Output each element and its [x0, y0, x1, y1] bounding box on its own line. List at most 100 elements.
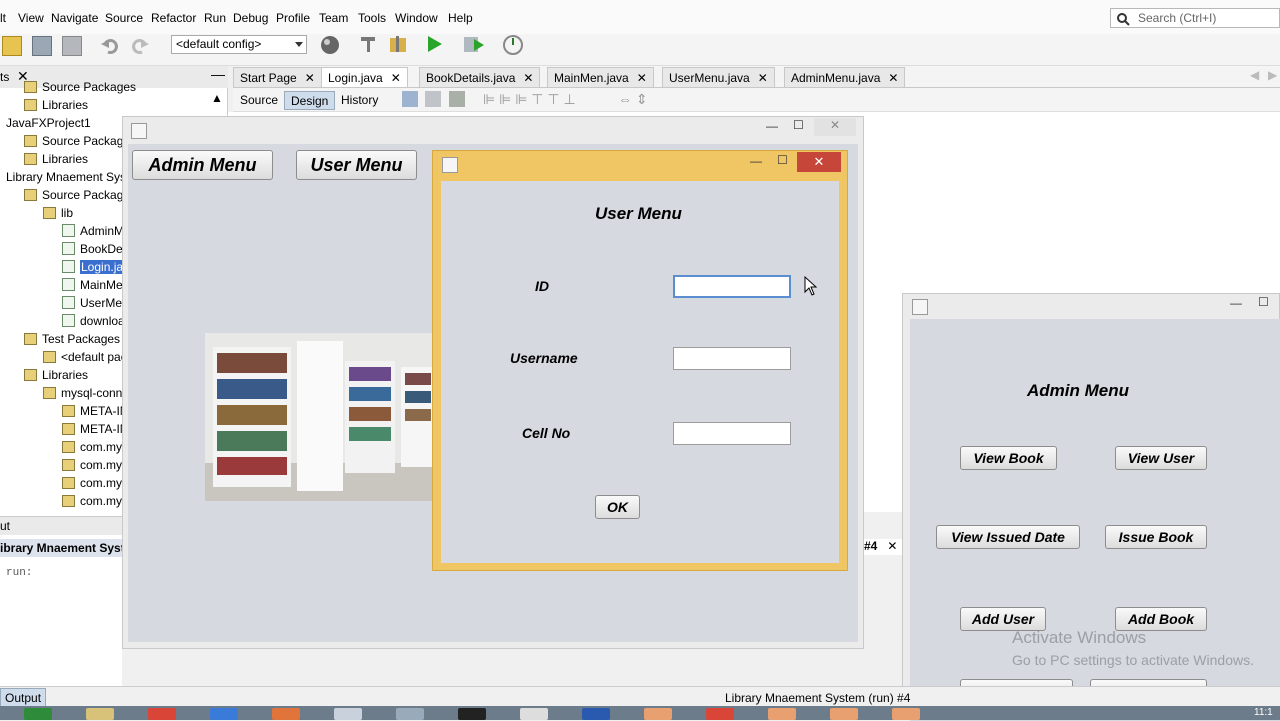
menu-source[interactable]: Source — [105, 11, 143, 25]
tab-start-page[interactable]: Start Page ✕ — [233, 67, 322, 87]
resize-tools[interactable]: ⇔ ⇕ — [618, 91, 648, 108]
close-button[interactable]: ✕ — [814, 118, 856, 136]
build-hammer-icon[interactable] — [358, 34, 378, 54]
debug-icon[interactable] — [462, 34, 484, 54]
selection-mode-icon[interactable] — [402, 91, 418, 107]
run-icon[interactable] — [424, 34, 444, 54]
undo-icon[interactable] — [100, 36, 120, 56]
menu-team[interactable]: Team — [319, 11, 348, 25]
align-left-icon[interactable]: ⊫ — [483, 91, 495, 107]
word-icon[interactable] — [582, 708, 610, 720]
align-middle-icon[interactable]: ⊤ — [547, 91, 559, 107]
menu-tools[interactable]: Tools — [358, 11, 386, 25]
java-app-taskbar-icon[interactable] — [644, 708, 672, 720]
clean-build-icon[interactable] — [388, 34, 408, 54]
close-icon[interactable]: ✕ — [637, 71, 647, 85]
align-bottom-icon[interactable]: ⊥ — [563, 91, 575, 107]
tree-item[interactable]: Source Packages — [24, 188, 136, 202]
app-icon[interactable] — [334, 708, 362, 720]
user-menu-button[interactable]: User Menu — [296, 150, 417, 180]
issue-book-button[interactable]: Issue Book — [1105, 525, 1207, 549]
terminal-icon[interactable] — [458, 708, 486, 720]
tab-usermenu-java[interactable]: UserMenu.java ✕ — [662, 67, 775, 87]
globe-icon[interactable] — [319, 34, 339, 54]
tree-item[interactable]: Test Packages — [24, 332, 120, 346]
close-icon[interactable]: ✕ — [888, 71, 898, 85]
admin-menu-button[interactable]: Admin Menu — [132, 150, 273, 180]
align-top-icon[interactable]: ⊤ — [531, 91, 543, 107]
search-input[interactable]: Search (Ctrl+I) — [1110, 8, 1280, 28]
menu-window[interactable]: Window — [395, 11, 438, 25]
java-app-taskbar-icon[interactable] — [892, 708, 920, 720]
config-select[interactable]: <default config> — [171, 35, 307, 54]
scroll-up-icon[interactable]: ▲ — [211, 91, 225, 105]
open-project-icon[interactable] — [32, 36, 52, 56]
redo-icon[interactable] — [130, 36, 150, 56]
save-all-icon[interactable] — [62, 36, 82, 56]
minimize-button[interactable]: — — [766, 119, 778, 133]
tab-bookdetails-java[interactable]: BookDetails.java ✕ — [419, 67, 541, 87]
ok-button[interactable]: OK — [595, 495, 640, 519]
menu-profile[interactable]: Profile — [276, 11, 310, 25]
align-right-icon[interactable]: ⊫ — [515, 91, 527, 107]
close-icon[interactable]: ✕ — [887, 539, 897, 553]
maximize-button[interactable]: ☐ — [793, 118, 804, 132]
projects-tab-label[interactable]: ts — [0, 70, 9, 84]
output-run-tab[interactable]: ibrary Mnaement Syst — [0, 539, 122, 557]
tree-item[interactable]: lib — [43, 206, 73, 220]
java-app-taskbar-icon[interactable] — [830, 708, 858, 720]
java-app-taskbar-icon[interactable] — [768, 708, 796, 720]
app-icon[interactable] — [520, 708, 548, 720]
menu-help[interactable]: Help — [448, 11, 473, 25]
tree-item[interactable]: JavaFXProject1 — [6, 116, 91, 130]
minimize-button[interactable]: — — [1230, 296, 1242, 310]
menu-run[interactable]: Run — [204, 11, 226, 25]
source-view-button[interactable]: Source — [234, 91, 284, 110]
tab-adminmenu-java[interactable]: AdminMenu.java ✕ — [784, 67, 906, 87]
menu-navigate[interactable]: Navigate — [51, 11, 98, 25]
tree-item[interactable]: Source Packages — [24, 134, 136, 148]
close-icon[interactable]: ✕ — [305, 71, 315, 85]
tree-item[interactable]: Libraries — [24, 152, 88, 166]
cell-no-field[interactable] — [673, 422, 791, 445]
align-center-icon[interactable]: ⊫ — [499, 91, 511, 107]
view-book-button[interactable]: View Book — [960, 446, 1057, 470]
view-user-button[interactable]: View User — [1115, 446, 1207, 470]
username-field[interactable] — [673, 347, 791, 370]
design-view-button[interactable]: Design — [284, 91, 336, 110]
file-explorer-icon[interactable] — [86, 708, 114, 720]
tab-login-java[interactable]: Login.java ✕ — [321, 67, 408, 87]
minimize-button[interactable]: — — [750, 154, 762, 168]
view-issued-date-button[interactable]: View Issued Date — [936, 525, 1080, 549]
horizontal-resize-icon[interactable]: ⇔ — [618, 91, 632, 107]
menu-debug[interactable]: Debug — [233, 11, 268, 25]
menu-refactor[interactable]: Refactor — [151, 11, 196, 25]
preview-design-icon[interactable] — [448, 91, 465, 107]
app-icon[interactable] — [272, 708, 300, 720]
connection-mode-icon[interactable] — [425, 91, 442, 107]
close-icon[interactable]: ✕ — [391, 71, 401, 85]
new-project-icon[interactable] — [2, 36, 22, 56]
app-icon[interactable] — [396, 708, 424, 720]
id-field[interactable] — [673, 275, 791, 298]
tab-scroll-left-icon[interactable]: ◀ — [1250, 68, 1259, 82]
chrome-icon[interactable] — [148, 708, 176, 720]
tab-scroll-right-icon[interactable]: ▶ — [1268, 68, 1277, 82]
app-icon[interactable] — [210, 708, 238, 720]
maximize-button[interactable]: ☐ — [1258, 295, 1269, 309]
vertical-resize-icon[interactable]: ⇕ — [636, 91, 648, 107]
maximize-button[interactable]: ☐ — [777, 153, 788, 167]
chrome-icon[interactable] — [706, 708, 734, 720]
minimize-icon[interactable]: — — [211, 66, 225, 82]
menu-edit[interactable]: lt — [0, 11, 6, 25]
history-view-button[interactable]: History — [335, 91, 384, 110]
menu-view[interactable]: View — [18, 11, 44, 25]
tree-item[interactable]: Libraries — [24, 368, 88, 382]
close-icon[interactable]: ✕ — [523, 71, 533, 85]
tree-item[interactable]: Libraries — [24, 98, 88, 112]
tab-mainmen-java[interactable]: MainMen.java ✕ — [547, 67, 654, 87]
tree-item[interactable]: Library Mnaement Syste — [6, 170, 136, 184]
close-icon[interactable]: ✕ — [758, 71, 768, 85]
output-status-tab[interactable]: Output — [0, 688, 47, 708]
close-button[interactable]: ✕ — [797, 152, 841, 172]
